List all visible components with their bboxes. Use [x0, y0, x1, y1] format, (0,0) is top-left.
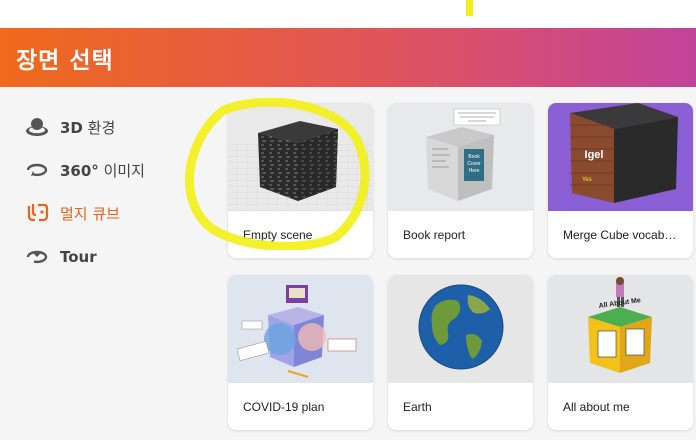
merge-cube-icon: [24, 202, 50, 224]
scene-thumbnail: Book Cover Here: [388, 103, 533, 211]
highlight-mark: [466, 0, 473, 16]
sidebar-item-3d[interactable]: 3D 환경: [24, 114, 115, 140]
scene-thumbnail: [228, 103, 373, 211]
sidebar-item-label: Tour: [60, 248, 97, 266]
sidebar-item-360[interactable]: 360° 이미지: [24, 157, 145, 183]
card-label: COVID-19 plan: [243, 400, 325, 414]
scene-card-all-about-me[interactable]: All About Me All about me: [548, 275, 693, 430]
scene-thumbnail: [388, 275, 533, 383]
sidebar-item-label: 360°: [60, 161, 99, 180]
svg-text:Igel: Igel: [585, 149, 604, 161]
card-label: Book report: [403, 228, 466, 242]
sidebar-item-label-suffix: 멀지 큐브: [60, 204, 120, 223]
top-strip: [0, 0, 696, 28]
scene-card-covid-19-plan[interactable]: COVID-19 plan: [228, 275, 373, 430]
scene-card-book-report[interactable]: Book Cover Here Book report: [388, 103, 533, 258]
svg-text:Book: Book: [468, 154, 480, 160]
sidebar-item-merge-cube[interactable]: 멀지 큐브: [24, 200, 120, 226]
360-image-icon: [24, 159, 50, 181]
tour-icon: [24, 246, 50, 268]
scene-thumbnail: Igel Yes: [548, 103, 693, 211]
card-label: Empty scene: [243, 228, 313, 242]
page-title: 장면 선택: [16, 47, 114, 74]
sidebar-item-label-suffix: 환경: [82, 118, 116, 137]
sidebar-item-label-suffix: 이미지: [98, 161, 145, 180]
card-label: All about me: [563, 400, 630, 414]
svg-text:Here: Here: [469, 168, 480, 174]
svg-text:Yes: Yes: [582, 177, 592, 183]
scene-card-merge-cube-vocabulary[interactable]: Igel Yes Merge Cube vocabulary: [548, 103, 693, 258]
scene-thumbnail: [228, 275, 373, 383]
scene-thumbnail: All About Me: [548, 275, 693, 383]
3d-environment-icon: [24, 116, 50, 138]
sidebar-item-label: 3D: [60, 118, 83, 137]
card-label: Merge Cube vocabulary: [563, 228, 683, 242]
scene-card-earth[interactable]: Earth: [388, 275, 533, 430]
scene-card-empty[interactable]: Empty scene: [228, 103, 373, 258]
page-header: 장면 선택: [0, 28, 696, 87]
svg-text:Cover: Cover: [467, 161, 481, 167]
sidebar: 3D 환경 360° 이미지 멀지 큐브 Tour: [0, 87, 215, 440]
sidebar-item-tour[interactable]: Tour: [24, 244, 97, 270]
card-label: Earth: [403, 400, 432, 414]
